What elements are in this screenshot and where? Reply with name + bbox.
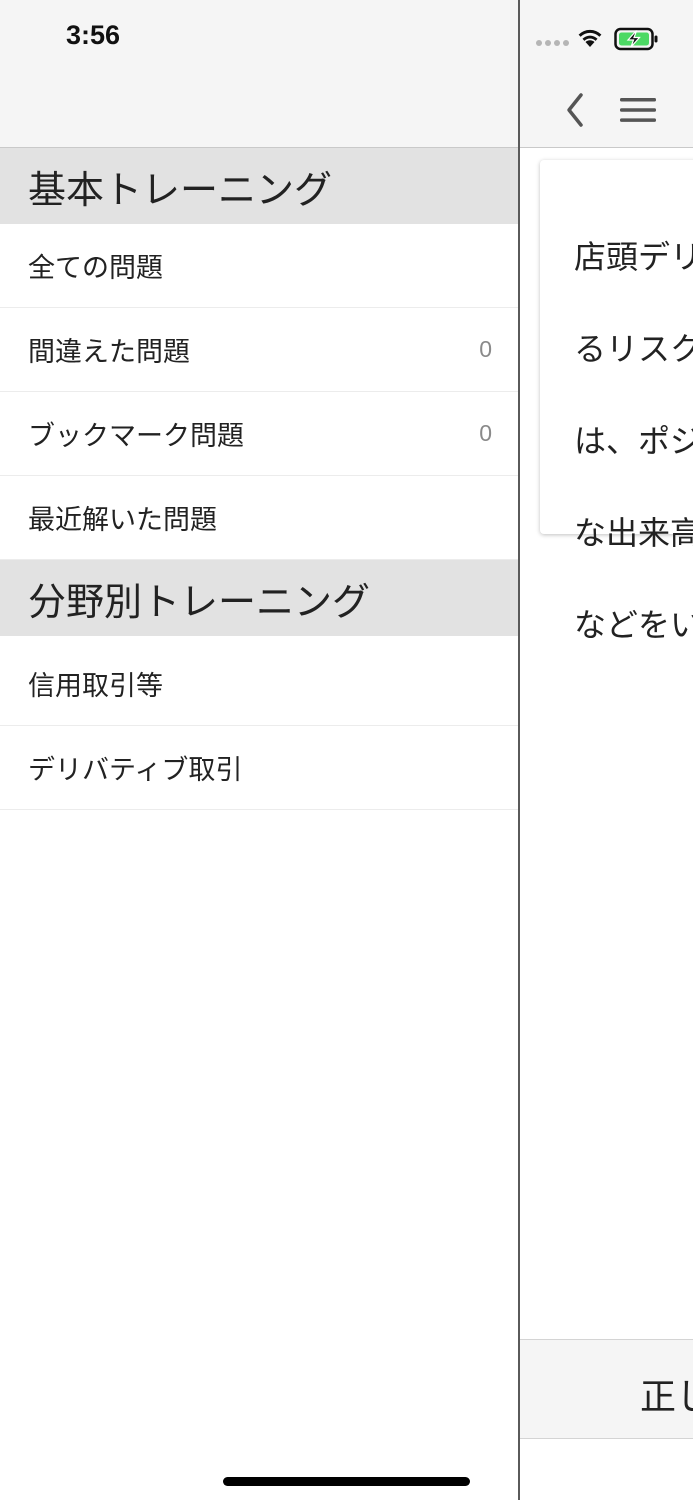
question-line: な出来高: [574, 514, 693, 552]
app-screen: 店頭デリ るリスク は、ポジ な出来高 などをい 正し 3:56 基本トレーニン…: [0, 0, 693, 1500]
cellular-signal-icon: [536, 40, 569, 46]
battery-charging-icon: [614, 27, 658, 51]
menu-item-bookmarked-questions[interactable]: ブックマーク問題 0: [0, 392, 518, 476]
question-pane: 店頭デリ るリスク は、ポジ な出来高 などをい 正し: [518, 0, 693, 1500]
question-card: 店頭デリ るリスク は、ポジ な出来高 などをい: [540, 160, 693, 644]
menu-item-wrong-questions[interactable]: 間違えた問題 0: [0, 308, 518, 392]
hamburger-menu-icon[interactable]: [618, 96, 658, 124]
menu-item-margin-trading[interactable]: 信用取引等: [0, 642, 518, 726]
question-line: 店頭デリ: [574, 238, 693, 276]
menu-item-label: 信用取引等: [28, 671, 163, 702]
section-header-basic-training: 基本トレーニング: [0, 148, 518, 224]
home-indicator[interactable]: [223, 1477, 470, 1486]
menu-item-label: 最近解いた問題: [28, 505, 217, 536]
section-header-category-training: 分野別トレーニング: [0, 560, 518, 636]
question-line: などをい: [574, 606, 693, 644]
menu-item-all-questions[interactable]: 全ての問題: [0, 224, 518, 308]
side-drawer: 3:56 基本トレーニング 全ての問題 間違えた問題 0 ブックマーク問題 0 …: [0, 0, 518, 1500]
wifi-icon: [578, 29, 602, 47]
count-badge: 0: [479, 336, 492, 362]
menu-item-derivatives[interactable]: デリバティブ取引: [0, 726, 518, 810]
navigation-bar: [520, 0, 693, 148]
menu-item-label: ブックマーク問題: [28, 421, 244, 452]
menu-item-recent-questions[interactable]: 最近解いた問題: [0, 476, 518, 560]
question-text: 店頭デリ るリスク は、ポジ な出来高 などをい: [574, 188, 693, 694]
answer-correct-button[interactable]: 正し: [520, 1339, 693, 1439]
status-bar: 3:56: [0, 0, 518, 148]
answer-correct-label: 正し: [640, 1377, 693, 1418]
menu-item-label: デリバティブ取引: [28, 755, 243, 786]
menu-item-label: 間違えた問題: [28, 337, 190, 368]
chevron-left-icon[interactable]: [564, 92, 586, 128]
menu-item-label: 全ての問題: [28, 253, 163, 284]
question-line: は、ポジ: [574, 422, 693, 460]
count-badge: 0: [479, 420, 492, 446]
status-time: 3:56: [66, 20, 121, 50]
question-line: るリスク: [574, 330, 693, 368]
